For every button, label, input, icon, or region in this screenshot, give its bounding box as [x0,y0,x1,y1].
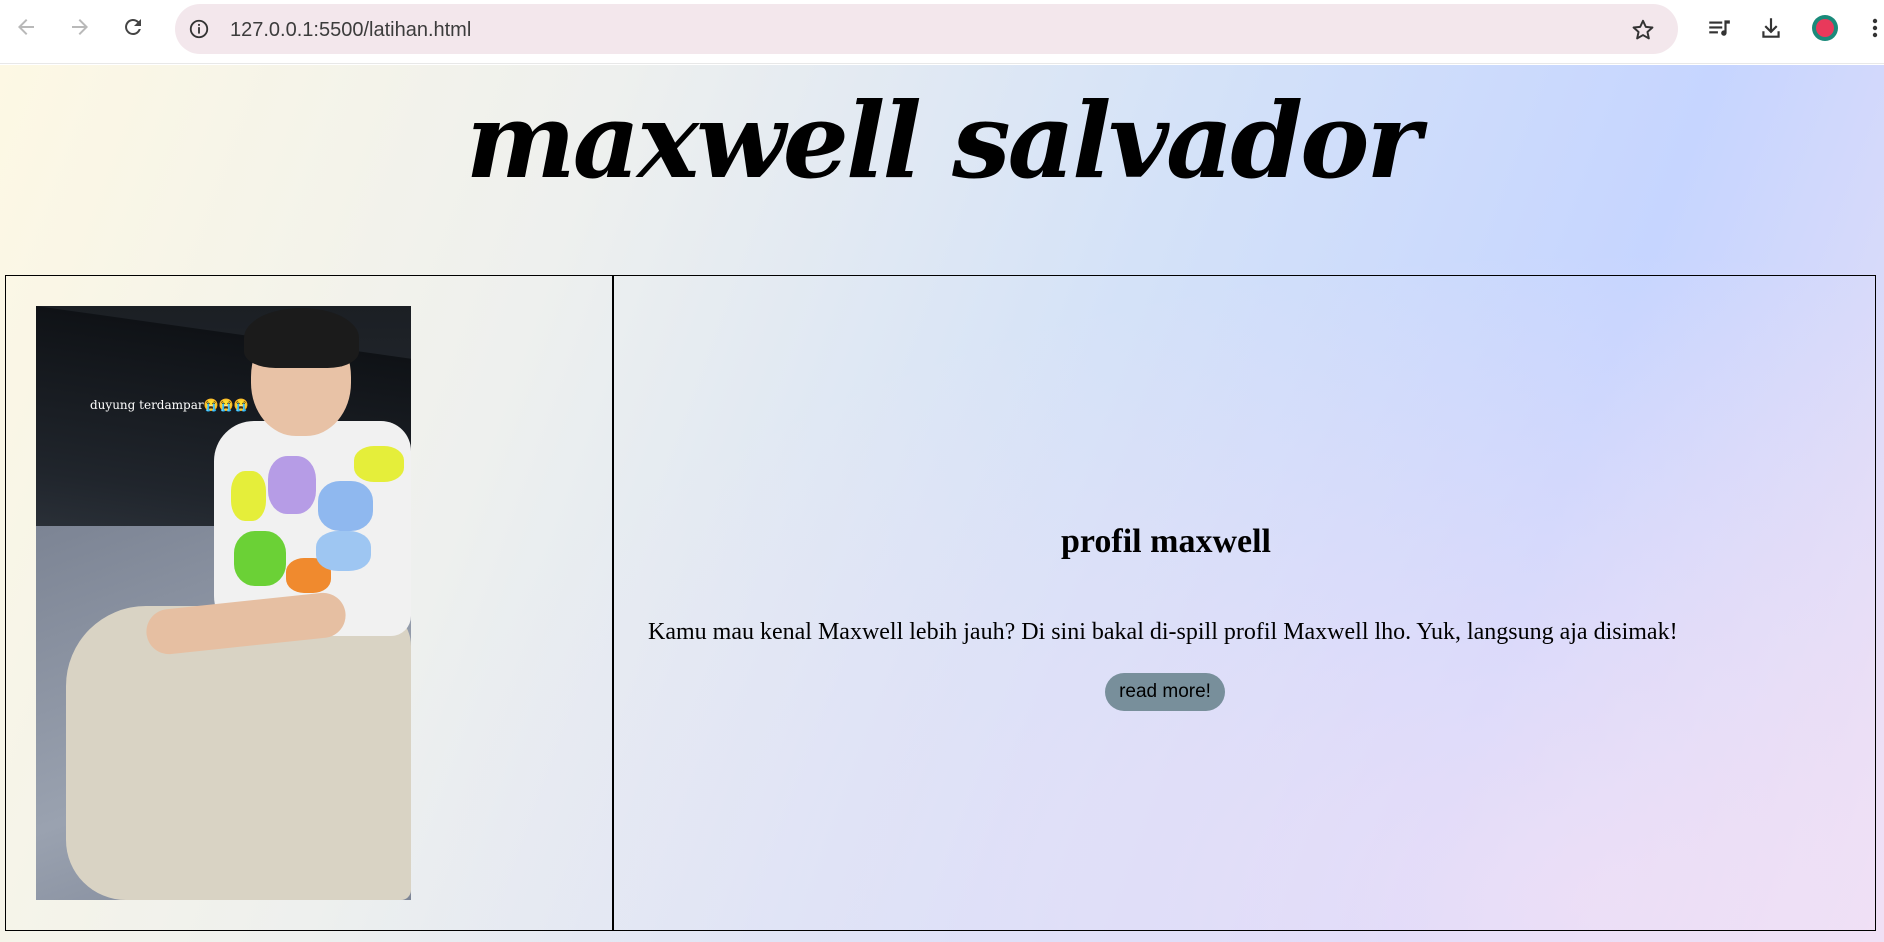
back-icon [18,19,34,35]
photo-column: duyung terdampar😭😭😭 [6,276,614,930]
profile-description: Kamu mau kenal Maxwell lebih jauh? Di si… [648,619,1678,645]
profile-content: profil maxwell Kamu mau kenal Maxwell le… [616,276,1875,930]
photo-caption: duyung terdampar😭😭😭 [90,398,249,412]
forward-button[interactable] [65,12,95,42]
browser-toolbar: 127.0.0.1:5500/latihan.html [0,0,1884,64]
download-icon[interactable] [1757,14,1785,42]
url-text[interactable]: 127.0.0.1:5500/latihan.html [230,19,471,42]
reload-button[interactable] [118,12,148,42]
back-button[interactable] [11,12,41,42]
more-menu-icon[interactable] [1866,14,1884,42]
address-bar[interactable]: 127.0.0.1:5500/latihan.html [175,4,1678,54]
read-more-button[interactable]: read more! [1105,673,1225,711]
profile-heading: profil maxwell [1061,523,1271,560]
profile-panel: duyung terdampar😭😭😭 profil maxwell Kamu … [5,275,1876,931]
profile-photo: duyung terdampar😭😭😭 [36,306,411,900]
media-controls-icon[interactable] [1705,14,1733,42]
forward-icon [72,19,88,35]
site-title: maxwell salvador [465,79,1422,202]
site-info-icon[interactable] [187,17,211,41]
reload-icon [125,18,141,35]
profile-avatar-icon[interactable] [1811,14,1839,42]
page-body: maxwell salvador duyung terdampar😭😭😭 pro… [0,65,1884,942]
bookmark-star-icon[interactable] [1630,17,1656,43]
